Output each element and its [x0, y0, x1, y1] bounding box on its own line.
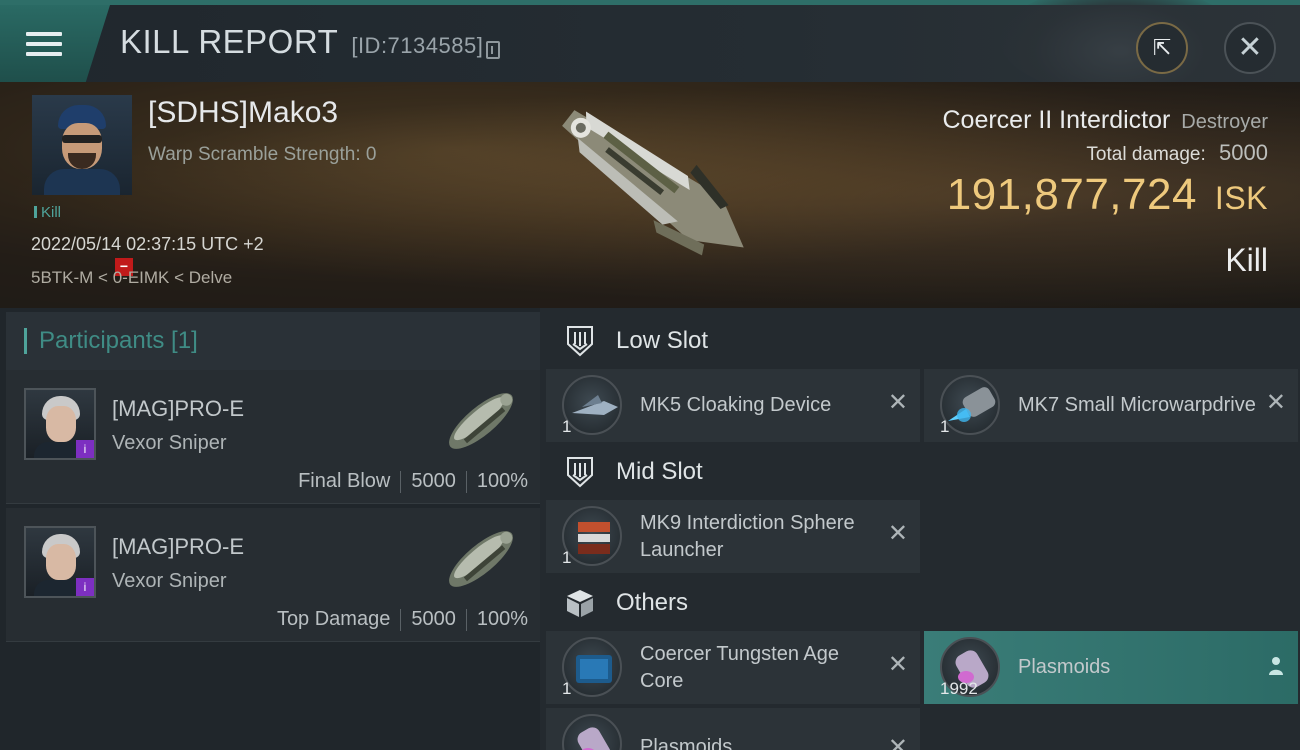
kill-datetime: 2022/05/14 02:37:15 UTC +2	[31, 234, 264, 254]
close-icon: ✕	[1237, 31, 1263, 64]
participant-damage: 5000	[411, 470, 456, 492]
participant-stats: Final Blow 5000 100%	[298, 470, 528, 493]
participant-name: [MAG]PRO-E	[112, 534, 245, 559]
report-id: [ID:7134585]	[351, 33, 484, 58]
fitting-panel: Low Slot 1 MK5 Cloaking Device ✕ 1 MK7 S…	[540, 308, 1300, 750]
participant-card[interactable]: i [MAG]PRO-E Vexor Sniper Top Damage 500…	[6, 508, 540, 642]
item-quantity: 1992	[940, 679, 978, 698]
participant-role: Final Blow	[298, 470, 391, 492]
participant-ship-image[interactable]	[436, 376, 526, 466]
page-title: KILL REPORT [ID:7134585]	[120, 23, 483, 61]
cargo-box-icon	[564, 585, 596, 621]
page-title-text: KILL REPORT	[120, 23, 338, 60]
fitting-item[interactable]: 1 MK7 Small Microwarpdrive ✕	[924, 369, 1298, 442]
kill-result: Kill	[1225, 242, 1268, 278]
corp-badge-icon: i	[76, 578, 94, 596]
low-slot-header: Low Slot	[546, 310, 1300, 372]
participants-title: Participants [1]	[39, 327, 198, 354]
hamburger-icon	[26, 26, 62, 62]
fitting-item[interactable]: 1 MK9 Interdiction Sphere Launcher ✕	[546, 500, 920, 573]
item-quantity: 1	[562, 548, 572, 567]
victim-ship-name[interactable]: Coercer II Interdictor Destroyer	[942, 106, 1268, 135]
kill-tag: Kill	[34, 204, 61, 221]
total-damage-value: 5000	[1219, 140, 1268, 165]
victim-banner: − [SDHS]Mako3 Warp Scramble Strength: 0 …	[0, 82, 1300, 308]
victim-name[interactable]: [SDHS]Mako3	[148, 96, 338, 130]
item-name: Plasmoids	[640, 736, 733, 750]
destroyed-x-icon: ✕	[887, 520, 908, 547]
victim-portrait[interactable]	[32, 95, 132, 195]
item-name: MK5 Cloaking Device	[640, 394, 832, 416]
destroyed-x-icon: ✕	[887, 651, 908, 678]
planet-decoration	[1000, 0, 1240, 95]
item-name: MK9 Interdiction Sphere Launcher	[640, 511, 855, 561]
plasmoids-icon	[562, 714, 622, 750]
item-name: Plasmoids	[1018, 656, 1111, 678]
fitting-item[interactable]: 1 MK5 Cloaking Device ✕	[546, 369, 920, 442]
item-name: Coercer Tungsten Age Core	[640, 642, 840, 692]
participant-role: Top Damage	[276, 608, 391, 630]
participant-stats: Top Damage 5000 100%	[277, 608, 528, 631]
participant-card[interactable]: i [MAG]PRO-E Vexor Sniper Final Blow 500…	[6, 370, 540, 504]
participant-name: [MAG]PRO-E	[112, 396, 245, 421]
isk-value: 191,877,724 ISK	[947, 170, 1268, 220]
participant-ship: Vexor Sniper	[112, 570, 227, 592]
destroyed-x-icon: ✕	[887, 734, 908, 750]
close-button[interactable]: ✕	[1224, 22, 1276, 74]
others-label: Others	[616, 589, 689, 616]
ship-class: Destroyer	[1181, 111, 1268, 133]
participant-ship: Vexor Sniper	[112, 432, 227, 454]
participant-ship-image[interactable]	[436, 514, 526, 604]
user-icon	[1269, 657, 1283, 675]
kill-location[interactable]: 5BTK-M < 0-EIMK < Delve	[31, 268, 232, 288]
total-damage: Total damage: 5000	[1086, 140, 1268, 166]
fitting-item-dropped[interactable]: 1992 Plasmoids	[924, 631, 1298, 704]
ship-name-text: Coercer II Interdictor	[942, 106, 1171, 134]
isk-amount: 191,877,724	[946, 170, 1197, 219]
participant-percent: 100%	[476, 470, 528, 492]
item-quantity: 1	[562, 679, 572, 698]
destroyed-x-icon: ✕	[887, 389, 908, 416]
item-name: MK7 Small Microwarpdrive	[1018, 394, 1256, 416]
mid-slot-icon	[564, 454, 596, 490]
copy-icon[interactable]	[486, 41, 500, 59]
participants-header[interactable]: Participants [1]	[6, 312, 540, 370]
participant-damage: 5000	[411, 608, 456, 630]
mid-slot-label: Mid Slot	[616, 458, 703, 485]
item-quantity: 1	[940, 417, 950, 436]
fitting-item[interactable]: Plasmoids ✕	[546, 708, 920, 750]
item-quantity: 1	[562, 417, 572, 436]
low-slot-label: Low Slot	[616, 327, 709, 354]
destroyed-x-icon: ✕	[1265, 389, 1286, 416]
total-damage-label: Total damage:	[1086, 144, 1206, 165]
menu-button[interactable]	[0, 5, 110, 82]
warp-scramble-strength: Warp Scramble Strength: 0	[148, 144, 377, 165]
others-header: Others	[546, 572, 1300, 634]
title-bar: KILL REPORT [ID:7134585] ⇱ ✕	[0, 0, 1300, 95]
mid-slot-header: Mid Slot	[546, 441, 1300, 503]
victim-ship-image[interactable]	[520, 82, 780, 308]
low-slot-icon	[564, 323, 596, 359]
share-icon: ⇱	[1152, 35, 1172, 60]
fitting-item[interactable]: 1 Coercer Tungsten Age Core ✕	[546, 631, 920, 704]
share-button[interactable]: ⇱	[1136, 22, 1188, 74]
corp-badge-icon: i	[76, 440, 94, 458]
participant-percent: 100%	[476, 608, 528, 630]
participants-panel: Participants [1] i [MAG]PRO-E Vexor Snip…	[0, 308, 540, 750]
isk-unit: ISK	[1214, 180, 1268, 216]
